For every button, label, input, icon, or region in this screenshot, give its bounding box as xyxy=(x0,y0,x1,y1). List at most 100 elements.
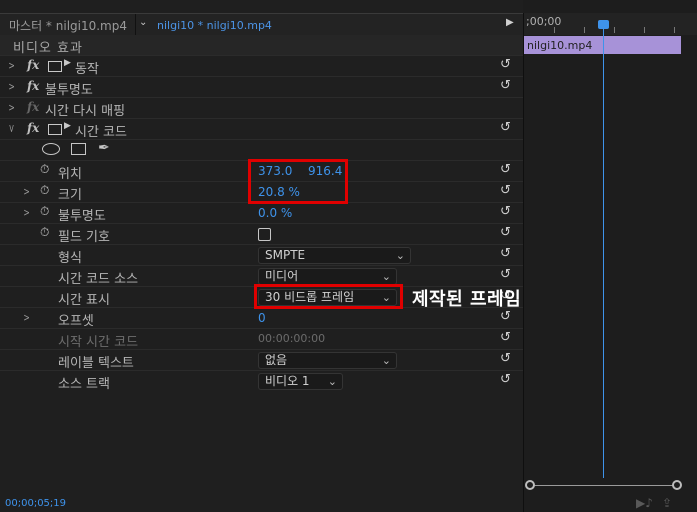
time-display-highlight-box xyxy=(254,284,403,309)
reset-icon[interactable]: ↺ xyxy=(500,183,511,198)
reset-icon[interactable]: ↺ xyxy=(500,372,511,387)
effect-row-opacity[interactable]: > fx 불투명도 ↺ xyxy=(0,76,523,98)
chevron-down-icon: ⌄ xyxy=(395,249,405,262)
playhead-handle[interactable] xyxy=(598,20,609,29)
effect-row-time-remapping[interactable]: > fx 시간 다시 매핑 xyxy=(0,97,523,119)
motion-transform-icon xyxy=(48,61,62,72)
reset-icon[interactable]: ↺ xyxy=(500,309,511,324)
timecode-source-select[interactable]: 미디어 ⌄ xyxy=(258,268,397,285)
property-label: 오프셋 xyxy=(58,314,94,329)
ruler-tick xyxy=(584,27,585,33)
fx-icon[interactable]: fx xyxy=(27,79,39,93)
stopwatch-icon[interactable]: ⏱ xyxy=(40,183,49,198)
collapse-arrow-icon[interactable]: > xyxy=(7,124,16,133)
expand-arrow-icon[interactable]: > xyxy=(23,185,29,198)
rectangle-mask-icon[interactable] xyxy=(71,143,86,155)
ruler-timecode: ;00;00 xyxy=(526,15,562,28)
expand-arrow-icon[interactable]: > xyxy=(23,311,29,324)
label-text-select-value: 없음 xyxy=(265,353,288,367)
field-symbols-checkbox[interactable] xyxy=(258,228,271,241)
offset-value[interactable]: 0 xyxy=(258,311,266,325)
property-row-source-track: 소스 트랙 비디오 1 ⌄ ↺ xyxy=(0,370,523,392)
motion-play-icon: ▶ xyxy=(64,121,71,131)
property-row-timecode-source: 시간 코드 소스 미디어 ⌄ ↺ xyxy=(0,265,523,287)
current-time-display[interactable]: 00;00;05;19 xyxy=(5,498,66,509)
reset-icon[interactable]: ↺ xyxy=(500,246,511,261)
property-row-format: 형식 SMPTE ⌄ ↺ xyxy=(0,244,523,266)
filter-audio-icon[interactable]: ▶♪ xyxy=(636,496,653,510)
ruler-tick xyxy=(614,27,615,33)
chevron-down-icon: ⌄ xyxy=(381,354,391,367)
effect-row-motion[interactable]: > fx ▶ 동작 ↺ xyxy=(0,55,523,77)
reset-icon[interactable]: ↺ xyxy=(500,267,511,282)
reset-icon[interactable]: ↺ xyxy=(500,330,511,345)
zoom-scrollbar-left-handle[interactable] xyxy=(525,480,535,490)
effect-label: 동작 xyxy=(75,62,99,77)
position-scale-highlight-box xyxy=(248,159,348,204)
fx-icon[interactable]: fx xyxy=(27,121,39,135)
expand-arrow-icon[interactable]: > xyxy=(8,101,14,114)
reset-icon[interactable]: ↺ xyxy=(500,351,511,366)
zoom-scrollbar-track[interactable] xyxy=(528,485,678,486)
property-row-start-timecode: 시작 시간 코드 00:00:00:00 ↺ xyxy=(0,328,523,350)
effect-label: 시간 코드 xyxy=(75,125,127,140)
opacity-value[interactable]: 0.0 % xyxy=(258,206,292,220)
motion-transform-icon xyxy=(48,124,62,135)
playhead-line[interactable] xyxy=(603,22,604,478)
reset-icon[interactable]: ↺ xyxy=(500,204,511,219)
property-label: 시간 표시 xyxy=(58,293,110,308)
source-track-select-value: 비디오 1 xyxy=(265,374,310,388)
mask-tools-row: ✒ xyxy=(0,139,523,160)
property-label: 크기 xyxy=(58,188,82,203)
property-label: 시작 시간 코드 xyxy=(58,335,139,350)
property-row-opacity: > ⏱ 불투명도 0.0 % ↺ xyxy=(0,202,523,224)
reset-icon[interactable]: ↺ xyxy=(500,78,511,93)
property-label: 시간 코드 소스 xyxy=(58,272,139,287)
effect-row-timecode[interactable]: > fx ▶ 시간 코드 ↺ xyxy=(0,118,523,140)
source-tab[interactable]: 마스터 * nilgi10.mp4 xyxy=(9,17,127,34)
mini-timeline: ;00;00 nilgi10.mp4 ▶♪ ⇪ xyxy=(524,0,697,512)
chevron-down-icon[interactable]: ⌄ xyxy=(139,17,147,28)
export-icon[interactable]: ⇪ xyxy=(662,496,672,510)
chevron-down-icon: ⌄ xyxy=(327,375,337,388)
property-row-label-text: 레이블 텍스트 없음 ⌄ ↺ xyxy=(0,349,523,371)
fx-icon[interactable]: fx xyxy=(27,58,39,72)
reset-icon[interactable]: ↺ xyxy=(500,120,511,135)
effect-label: 시간 다시 매핑 xyxy=(45,104,126,119)
panel-header-title: 비디오 효과 xyxy=(13,41,83,56)
reset-icon[interactable]: ↺ xyxy=(500,57,511,72)
source-track-select[interactable]: 비디오 1 ⌄ xyxy=(258,373,343,390)
time-ruler[interactable]: ;00;00 xyxy=(524,13,697,35)
format-select[interactable]: SMPTE ⌄ xyxy=(258,247,411,264)
property-label: 레이블 텍스트 xyxy=(58,356,134,371)
label-text-select[interactable]: 없음 ⌄ xyxy=(258,352,397,369)
tab-divider xyxy=(135,14,136,36)
clip-label: nilgi10.mp4 xyxy=(527,39,593,52)
active-sequence-tab[interactable]: nilgi10 * nilgi10.mp4 xyxy=(157,19,272,32)
reset-icon[interactable]: ↺ xyxy=(500,162,511,177)
panel-tab-bar: 마스터 * nilgi10.mp4 ⌄ nilgi10 * nilgi10.mp… xyxy=(0,13,523,36)
zoom-scrollbar-right-handle[interactable] xyxy=(672,480,682,490)
motion-play-icon: ▶ xyxy=(64,58,71,68)
stopwatch-icon[interactable]: ⏱ xyxy=(40,162,49,177)
expand-arrow-icon[interactable]: > xyxy=(8,80,14,93)
timecode-source-select-value: 미디어 xyxy=(265,269,299,283)
ruler-tick xyxy=(554,27,555,33)
ellipse-mask-icon[interactable] xyxy=(42,143,60,155)
stopwatch-icon[interactable]: ⏱ xyxy=(40,225,49,240)
property-label: 위치 xyxy=(58,167,82,182)
play-arrow-icon[interactable]: ▶ xyxy=(506,17,514,28)
property-label: 소스 트랙 xyxy=(58,377,110,392)
effect-controls-panel: 마스터 * nilgi10.mp4 ⌄ nilgi10 * nilgi10.mp… xyxy=(0,0,523,512)
start-timecode-value: 00:00:00:00 xyxy=(258,332,326,345)
pen-mask-icon[interactable]: ✒ xyxy=(98,140,110,156)
expand-arrow-icon[interactable]: > xyxy=(8,59,14,72)
ruler-tick xyxy=(674,27,675,33)
property-label: 형식 xyxy=(58,251,82,266)
fx-icon: fx xyxy=(27,100,40,114)
expand-arrow-icon[interactable]: > xyxy=(23,206,29,219)
format-select-value: SMPTE xyxy=(265,248,306,262)
reset-icon[interactable]: ↺ xyxy=(500,225,511,240)
stopwatch-icon[interactable]: ⏱ xyxy=(40,204,49,219)
effect-label: 불투명도 xyxy=(45,83,93,98)
